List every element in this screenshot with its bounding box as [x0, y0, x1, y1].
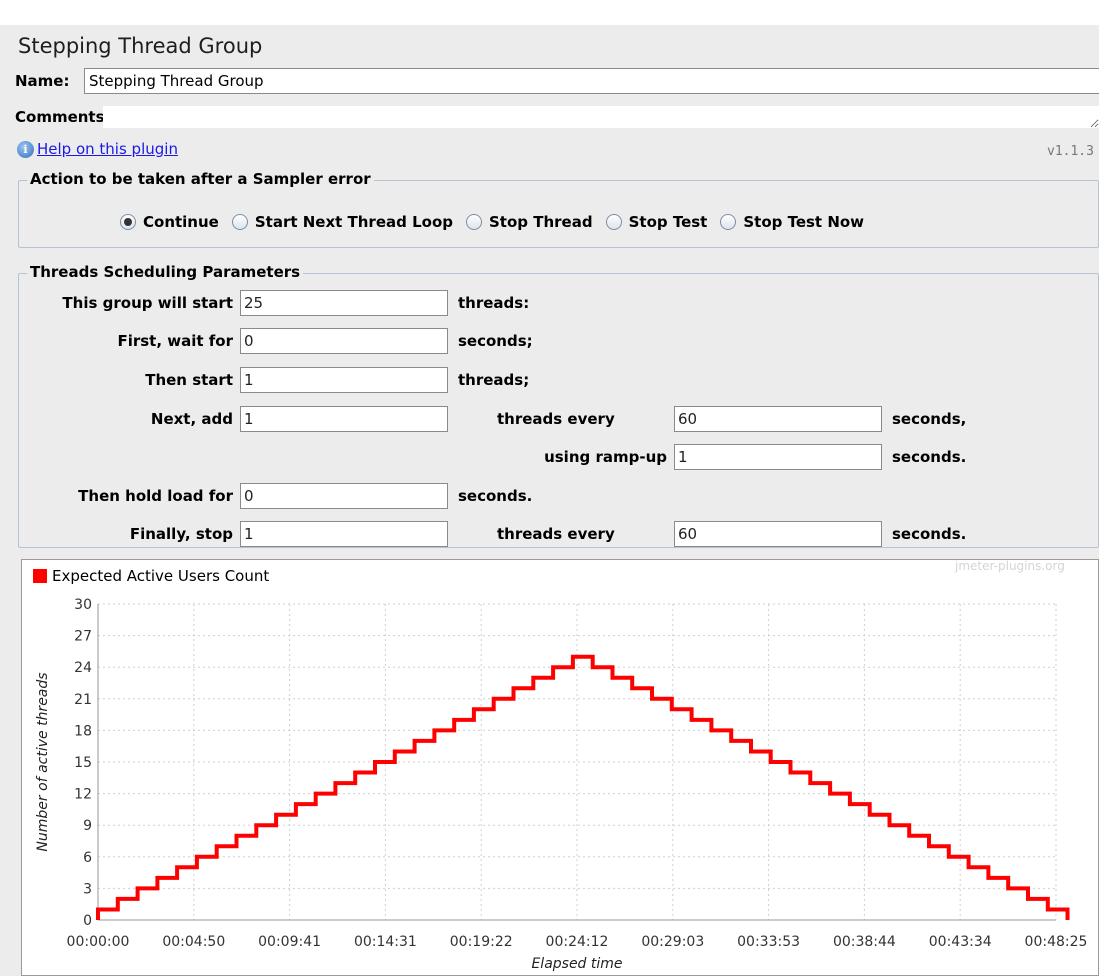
x-tick-label: 00:43:34: [929, 934, 992, 950]
y-tick-label: 12: [74, 787, 92, 803]
x-tick-label: 00:24:12: [546, 934, 609, 950]
y-tick-label: 15: [74, 755, 92, 771]
y-tick-label: 3: [83, 881, 92, 897]
x-tick-label: 00:38:44: [833, 934, 896, 950]
y-tick-label: 6: [83, 850, 92, 866]
x-tick-label: 00:00:00: [67, 934, 130, 950]
y-tick-label: 24: [74, 660, 92, 676]
x-tick-label: 00:33:53: [737, 934, 800, 950]
x-tick-label: 00:04:50: [162, 934, 225, 950]
series-line-expected-active-users: [96, 654, 1070, 920]
x-tick-label: 00:19:22: [450, 934, 513, 950]
y-tick-label: 21: [74, 692, 92, 708]
y-axis-title: Number of active threads: [35, 672, 51, 851]
y-tick-label: 18: [74, 723, 92, 739]
threads-chart: 00:00:00 00:04:50 00:09:41 00:14:31 00:19:22…: [35, 597, 1088, 972]
y-tick-label: 27: [74, 629, 92, 645]
y-tick-label: 9: [83, 818, 92, 834]
y-tick-label: 30: [74, 597, 92, 613]
x-tick-label: 00:09:41: [258, 934, 321, 950]
x-tick-label: 00:29:03: [641, 934, 704, 950]
x-axis-title: Elapsed time: [531, 956, 622, 972]
x-tick-label: 00:14:31: [354, 934, 417, 950]
y-tick-label: 0: [83, 913, 92, 929]
x-tick-label: 00:48:25: [1025, 934, 1088, 950]
